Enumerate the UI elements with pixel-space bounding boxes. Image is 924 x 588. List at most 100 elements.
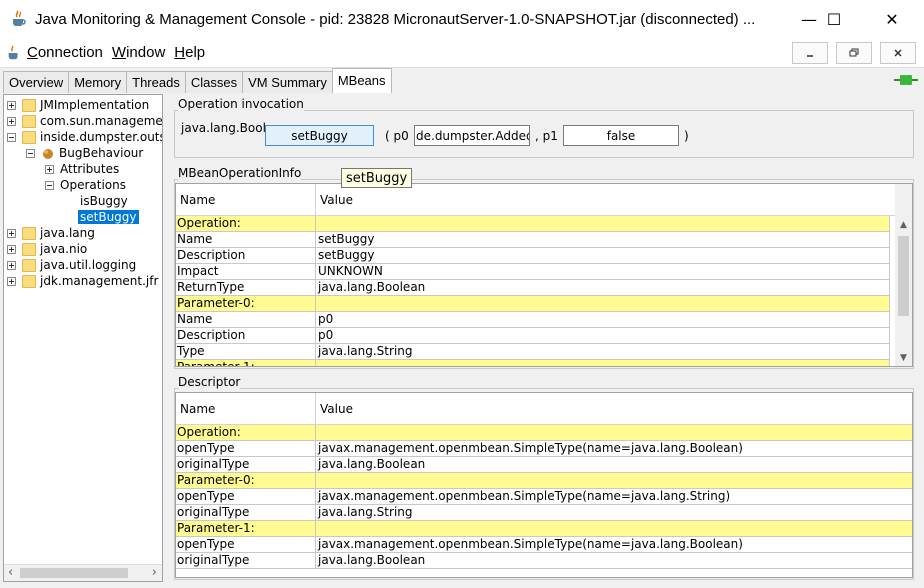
- table-row[interactable]: Description p0: [176, 328, 912, 344]
- operation-info-table[interactable]: Name Value Operation: Name setBuggy Descrip…: [175, 183, 913, 367]
- tree-node-attributes[interactable]: Attributes: [45, 161, 119, 177]
- cell-name: openType: [176, 489, 316, 505]
- folder-icon: [22, 258, 36, 272]
- cell-name: ReturnType: [176, 280, 316, 296]
- tree-node-bugbehaviour[interactable]: BugBehaviour: [26, 145, 143, 161]
- table-row[interactable]: Parameter-0:: [176, 473, 912, 489]
- bean-icon: [41, 147, 55, 160]
- java-cup-icon: [6, 44, 22, 61]
- cell-name: Type: [176, 344, 316, 360]
- internal-close-button[interactable]: [880, 42, 916, 64]
- operation-info-title: MBeanOperationInfo: [178, 166, 302, 180]
- column-header-name[interactable]: Name: [176, 393, 316, 425]
- column-header-value[interactable]: Value: [316, 184, 896, 216]
- descriptor-table[interactable]: Name Value Operation: openType javax.manag…: [175, 392, 913, 578]
- tree-node-isbuggy[interactable]: isBuggy: [80, 193, 128, 209]
- cell-value: java.lang.Boolean: [316, 553, 912, 569]
- tree-node-jmimplementation[interactable]: JMImplementation: [7, 97, 149, 113]
- tree-node-operations[interactable]: Operations: [45, 177, 126, 193]
- collapse-icon[interactable]: [7, 132, 16, 142]
- table-row[interactable]: openType javax.management.openmbean.Simpl…: [176, 441, 912, 457]
- table-row[interactable]: Parameter-1:: [176, 360, 912, 366]
- tree-node-inside-dumpster[interactable]: inside.dumpster.outside: [7, 129, 162, 145]
- tree-node-java-lang[interactable]: java.lang: [7, 225, 95, 241]
- expand-icon[interactable]: [7, 260, 16, 270]
- mbean-tree[interactable]: JMImplementation com.sun.management insi…: [3, 94, 163, 582]
- cell-name: Operation:: [176, 216, 316, 232]
- cell-name: Parameter-1:: [176, 521, 316, 537]
- tab-vm-summary[interactable]: VM Summary: [242, 71, 333, 93]
- info-vertical-scrollbar[interactable]: ▲ ▼: [895, 184, 912, 366]
- expand-icon[interactable]: [45, 164, 54, 174]
- cell-value: [316, 473, 912, 489]
- collapse-icon[interactable]: [45, 180, 54, 190]
- table-row[interactable]: openType javax.management.openmbean.Simpl…: [176, 537, 912, 553]
- tree-node-java-util-logging[interactable]: java.util.logging: [7, 257, 136, 273]
- table-row[interactable]: originalType java.lang.String: [176, 505, 912, 521]
- tab-memory[interactable]: Memory: [68, 71, 128, 93]
- scrollbar-thumb[interactable]: [20, 568, 128, 578]
- menu-connection[interactable]: Connection: [27, 44, 103, 61]
- expand-icon[interactable]: [7, 244, 16, 254]
- cell-value: [316, 296, 890, 312]
- tree-node-com-sun-management[interactable]: com.sun.management: [7, 113, 162, 129]
- menu-help[interactable]: Help: [174, 44, 205, 61]
- expand-icon[interactable]: [7, 276, 16, 286]
- tab-classes[interactable]: Classes: [184, 71, 244, 93]
- tab-overview[interactable]: Overview: [3, 71, 70, 93]
- cell-value: setBuggy: [316, 232, 890, 248]
- param-close-label: ): [684, 129, 689, 143]
- cell-name: originalType: [176, 505, 316, 521]
- table-row[interactable]: Operation:: [176, 425, 912, 441]
- cell-value: [316, 360, 890, 366]
- table-header: Name Value: [176, 393, 912, 425]
- scroll-up-arrow[interactable]: ▲: [895, 216, 912, 233]
- tree-horizontal-scrollbar[interactable]: ‹ ›: [4, 564, 162, 581]
- table-row[interactable]: Description setBuggy: [176, 248, 912, 264]
- table-row[interactable]: Parameter-1:: [176, 521, 912, 537]
- expand-icon[interactable]: [7, 116, 16, 126]
- column-header-name[interactable]: Name: [176, 184, 316, 216]
- table-row[interactable]: Name p0: [176, 312, 912, 328]
- table-row[interactable]: Type java.lang.String: [176, 344, 912, 360]
- table-row[interactable]: Parameter-0:: [176, 296, 912, 312]
- internal-restore-button[interactable]: [836, 42, 872, 64]
- table-row[interactable]: Impact UNKNOWN: [176, 264, 912, 280]
- maximize-button[interactable]: ☐: [811, 0, 857, 38]
- p1-input[interactable]: false: [563, 125, 679, 146]
- tree-node-jdk-management-jfr[interactable]: jdk.management.jfr: [7, 273, 158, 289]
- cell-value: UNKNOWN: [316, 264, 890, 280]
- tree-node-java-nio[interactable]: java.nio: [7, 241, 87, 257]
- table-row[interactable]: Name setBuggy: [176, 232, 912, 248]
- cell-name: Parameter-0:: [176, 473, 316, 489]
- cell-value: java.lang.Boolean: [316, 280, 890, 296]
- menu-window[interactable]: Window: [112, 44, 165, 61]
- param-open-label: ( p0: [385, 129, 409, 143]
- cell-name: Description: [176, 248, 316, 264]
- table-row[interactable]: openType javax.management.openmbean.Simpl…: [176, 489, 912, 505]
- internal-minimize-button[interactable]: [792, 42, 828, 64]
- tab-threads[interactable]: Threads: [126, 71, 186, 93]
- table-row[interactable]: originalType java.lang.Boolean: [176, 457, 912, 473]
- table-row[interactable]: Operation:: [176, 216, 912, 232]
- table-row[interactable]: ReturnType java.lang.Boolean: [176, 280, 912, 296]
- table-row[interactable]: originalType java.lang.Boolean: [176, 553, 912, 569]
- invoke-operation-button[interactable]: setBuggy: [265, 125, 374, 146]
- close-button[interactable]: ✕: [869, 0, 915, 38]
- expand-icon[interactable]: [7, 100, 16, 110]
- collapse-icon[interactable]: [26, 148, 35, 158]
- cell-name: Operation:: [176, 425, 316, 441]
- tree-node-setbuggy[interactable]: setBuggy: [78, 209, 139, 225]
- folder-icon: [22, 274, 36, 288]
- p0-input[interactable]: de.dumpster.Added: [414, 125, 530, 146]
- tab-mbeans[interactable]: MBeans: [331, 68, 392, 93]
- scrollbar-thumb[interactable]: [898, 236, 909, 316]
- cell-value: p0: [316, 312, 890, 328]
- expand-icon[interactable]: [7, 228, 16, 238]
- connection-status-icon[interactable]: [894, 72, 918, 88]
- scroll-left-arrow[interactable]: ‹: [8, 565, 13, 580]
- tooltip: setBuggy: [341, 168, 413, 188]
- column-header-value[interactable]: Value: [316, 393, 912, 425]
- scroll-right-arrow[interactable]: ›: [152, 565, 157, 580]
- scroll-down-arrow[interactable]: ▼: [895, 349, 912, 366]
